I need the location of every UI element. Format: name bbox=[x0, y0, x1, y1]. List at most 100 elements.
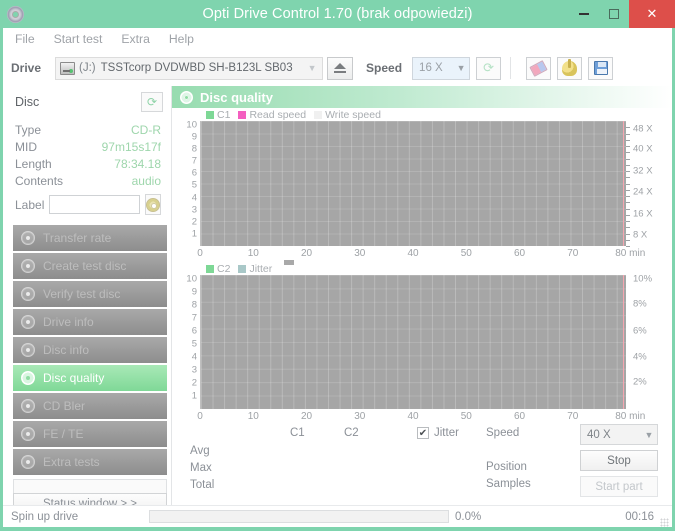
disc-key: Type bbox=[15, 123, 42, 137]
legend-item-c1: C1 bbox=[206, 109, 230, 121]
tools-button[interactable] bbox=[557, 56, 583, 80]
title-bar: Opti Drive Control 1.70 (brak odpowiedzi… bbox=[0, 0, 675, 28]
close-button[interactable] bbox=[629, 0, 675, 28]
maximize-button[interactable] bbox=[599, 0, 629, 28]
eject-button[interactable] bbox=[327, 56, 354, 80]
legend-label: Read speed bbox=[249, 108, 307, 121]
resize-grip-icon[interactable] bbox=[660, 518, 669, 527]
stats-row-avg: Avg bbox=[190, 445, 210, 457]
stats-col-c2: C2 bbox=[344, 427, 359, 439]
refresh-button[interactable]: ⟳ bbox=[476, 56, 502, 80]
right-tick: 4% bbox=[633, 351, 647, 363]
sidebar-item-drive-info[interactable]: Drive info bbox=[13, 309, 167, 335]
jitter-checkbox[interactable]: ✔ bbox=[417, 427, 429, 439]
window-controls bbox=[569, 0, 675, 28]
menu-item-file[interactable]: File bbox=[15, 28, 45, 50]
disc-row-contents: Contents audio bbox=[15, 173, 161, 190]
grid-horizontal bbox=[201, 275, 626, 409]
disc-refresh-button[interactable]: ⟳ bbox=[141, 92, 163, 112]
chevron-down-icon: ▼ bbox=[456, 63, 466, 73]
jitter-checkbox-group[interactable]: ✔ Jitter bbox=[417, 427, 459, 439]
y-tick: 2 bbox=[191, 216, 197, 228]
drive-value: TSSTcorp DVDWBD SH-B123L SB03 bbox=[100, 62, 293, 74]
sidebar-item-extra-tests[interactable]: Extra tests bbox=[13, 449, 167, 475]
y-tick: 3 bbox=[191, 204, 197, 216]
disc-label-input[interactable] bbox=[49, 195, 140, 214]
disc-label-caption: Label bbox=[15, 197, 45, 212]
position-label: Position bbox=[486, 461, 527, 473]
x-tick: 60 bbox=[513, 248, 526, 259]
x-tick: 40 bbox=[407, 248, 419, 259]
drive-select[interactable]: (J:) TSSTcorp DVDWBD SH-B123L SB03 ▼ bbox=[55, 56, 324, 80]
test-speed-select[interactable]: 40 X ▼ bbox=[580, 424, 658, 445]
right-tick: 32 X bbox=[633, 165, 653, 177]
chart-plot-row: 10 9 8 7 6 5 4 3 2 1 bbox=[178, 119, 666, 247]
legend-item-write-speed: Write speed bbox=[314, 109, 381, 121]
chart-plot-area[interactable] bbox=[200, 121, 626, 246]
disc-key: Contents bbox=[15, 174, 64, 188]
sidebar: Disc ⟳ Type CD-R MID 97m15s17f Length 78… bbox=[3, 86, 171, 515]
nav-list: Transfer rate Create test disc Verify te… bbox=[13, 225, 167, 475]
chart-plot-row: 10 9 8 7 6 5 4 3 2 1 bbox=[178, 273, 666, 409]
menu-item-help[interactable]: Help bbox=[169, 28, 204, 50]
status-text: Spin up drive bbox=[11, 510, 79, 523]
disc-label-row: Label bbox=[3, 190, 171, 215]
sidebar-item-fe-te[interactable]: FE / TE bbox=[13, 421, 167, 447]
chart-plot-area[interactable] bbox=[200, 275, 626, 409]
page-title: Disc quality bbox=[200, 89, 273, 105]
sidebar-item-disc-info[interactable]: Disc info bbox=[13, 337, 167, 363]
save-icon bbox=[593, 61, 608, 75]
panel-header: Disc quality bbox=[172, 86, 672, 108]
disc-icon bbox=[21, 231, 35, 245]
disc-icon bbox=[146, 197, 160, 212]
disc-value: 78:34.18 bbox=[114, 157, 161, 171]
sidebar-item-transfer-rate[interactable]: Transfer rate bbox=[13, 225, 167, 251]
stop-button[interactable]: Stop bbox=[580, 450, 658, 471]
disc-panel-header: Disc ⟳ bbox=[3, 90, 171, 115]
menu-item-extra[interactable]: Extra bbox=[121, 28, 159, 50]
right-tick: 6% bbox=[633, 325, 647, 337]
x-tick: 60 bbox=[513, 411, 526, 422]
chart-y-axis: 10 9 8 7 6 5 4 3 2 1 bbox=[178, 273, 200, 409]
sidebar-item-label: Extra tests bbox=[43, 455, 100, 469]
refresh-icon: ⟳ bbox=[146, 95, 158, 109]
sidebar-item-create-test-disc[interactable]: Create test disc bbox=[13, 253, 167, 279]
disc-row-length: Length 78:34.18 bbox=[15, 156, 161, 173]
minimize-button[interactable] bbox=[569, 0, 599, 28]
chart-right-axis: 10% 8% 6% 4% 2% bbox=[626, 274, 666, 409]
stats-col-c1: C1 bbox=[290, 427, 305, 439]
legend-label: Write speed bbox=[325, 108, 381, 121]
y-tick: 9 bbox=[191, 286, 197, 298]
speed-value: 16 X bbox=[419, 62, 443, 74]
position-marker bbox=[622, 121, 624, 246]
x-tick: 50 bbox=[460, 248, 472, 259]
menu-item-start-test[interactable]: Start test bbox=[54, 28, 113, 50]
sidebar-item-label: Transfer rate bbox=[43, 231, 112, 245]
menu-bar: File Start test Extra Help bbox=[3, 28, 672, 50]
progress-percent: 0.0% bbox=[455, 510, 482, 523]
disc-icon bbox=[21, 315, 35, 329]
disc-icon bbox=[21, 343, 35, 357]
speed-select[interactable]: 16 X ▼ bbox=[412, 56, 471, 80]
disc-label-button[interactable] bbox=[145, 194, 161, 215]
right-tick: 16 X bbox=[633, 208, 653, 219]
erase-button[interactable] bbox=[526, 56, 552, 80]
sidebar-item-cd-bler[interactable]: CD Bler bbox=[13, 393, 167, 419]
right-tick: 40 X bbox=[633, 143, 653, 155]
stats-row-max: Max bbox=[190, 462, 212, 474]
disc-panel-title: Disc bbox=[15, 95, 40, 109]
chart-c2-jitter: C2 Jitter 10 9 8 7 6 5 4 3 2 1 10% 8% 6%… bbox=[178, 260, 666, 425]
start-part-button[interactable]: Start part bbox=[580, 476, 658, 497]
sidebar-item-label: Verify test disc bbox=[43, 287, 121, 301]
disc-icon bbox=[21, 455, 35, 469]
save-button[interactable] bbox=[588, 56, 614, 80]
y-tick: 6 bbox=[191, 325, 197, 337]
y-tick: 10 bbox=[186, 273, 197, 285]
sidebar-item-verify-test-disc[interactable]: Verify test disc bbox=[13, 281, 167, 307]
disc-icon bbox=[21, 287, 35, 301]
sidebar-item-label: Disc info bbox=[43, 343, 90, 357]
sidebar-item-label: Create test disc bbox=[43, 259, 127, 273]
stats-area: C1 C2 ✔ Jitter Avg Max Total Speed Posit… bbox=[178, 424, 666, 503]
x-tick: 30 bbox=[354, 248, 366, 259]
sidebar-item-disc-quality[interactable]: Disc quality bbox=[13, 365, 167, 391]
